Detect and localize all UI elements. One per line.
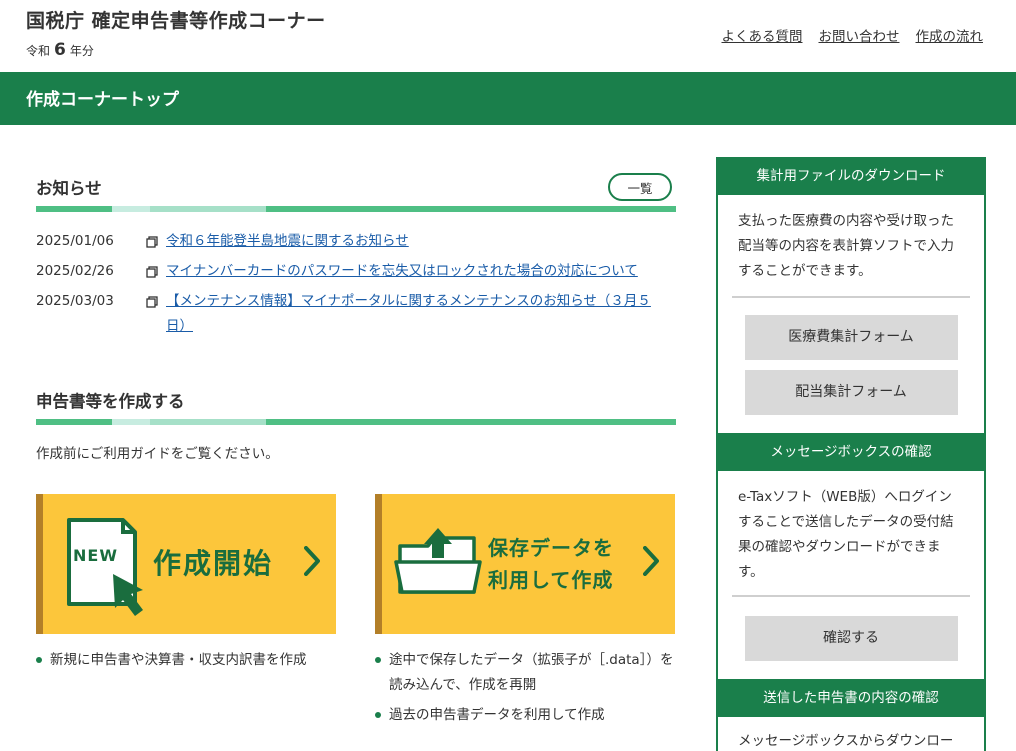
year-prefix: 令和 xyxy=(26,44,51,58)
guide-text: 作成前にご利用ガイドをご覧ください。 xyxy=(36,446,279,462)
sidebar: 集計用ファイルのダウンロード 支払った医療費の内容や受け取った配当等の内容を表計… xyxy=(716,157,986,751)
bullet-item: 途中で保存したデータ（拡張子が［.data］）を読み込んで、作成を再開 xyxy=(375,648,680,698)
news-date: 2025/02/26 xyxy=(36,263,114,279)
page-title: 作成コーナートップ xyxy=(26,90,179,110)
download-description: 支払った医療費の内容や受け取った配当等の内容を表計算ソフトで入力することができま… xyxy=(738,213,954,279)
faq-link[interactable]: よくある質問 xyxy=(722,25,803,45)
year-suffix: 年分 xyxy=(69,44,94,58)
header-links: よくある質問 お問い合わせ 作成の流れ xyxy=(722,25,984,45)
start-new-card[interactable]: NEW 作成開始 xyxy=(36,494,336,634)
create-heading-stripe xyxy=(36,419,676,425)
tax-year: 令和 6 年分 xyxy=(26,40,94,60)
news-date: 2025/03/03 xyxy=(36,293,114,309)
year-number: 6 xyxy=(54,40,66,60)
sent-return-description: メッセージボックスからダウンロー xyxy=(738,733,954,749)
contact-link[interactable]: お問い合わせ xyxy=(819,25,900,45)
news-list-button[interactable]: 一覧 xyxy=(608,173,672,201)
new-document-icon xyxy=(61,516,161,620)
document-icon xyxy=(146,259,166,284)
new-card-bullets: 新規に申告書や決算書・収支内訳書を作成 xyxy=(36,648,356,678)
flow-link[interactable]: 作成の流れ xyxy=(916,25,984,45)
document-icon xyxy=(146,229,166,254)
news-link[interactable]: マイナンバーカードのパスワードを忘失又はロックされた場合の対応について xyxy=(166,259,661,284)
confirm-button[interactable]: 確認する xyxy=(744,616,958,661)
chevron-right-icon xyxy=(643,546,659,580)
news-item: 2025/03/03 【メンテナンス情報】マイナポータルに関するメンテナンスのお… xyxy=(36,289,676,339)
news-heading-stripe xyxy=(36,206,676,212)
sent-return-heading: 送信した申告書の内容の確認 xyxy=(718,679,984,717)
document-icon xyxy=(146,289,166,339)
news-date: 2025/01/06 xyxy=(36,233,114,249)
news-link[interactable]: 令和６年能登半島地震に関するお知らせ xyxy=(166,229,661,254)
bullet-item: 新規に申告書や決算書・収支内訳書を作成 xyxy=(36,648,356,673)
nav-bar: 作成コーナートップ xyxy=(0,72,1016,125)
start-new-label: 作成開始 xyxy=(153,547,274,580)
dividend-form-button[interactable]: 配当集計フォーム xyxy=(744,370,958,415)
folder-upload-icon xyxy=(394,526,484,600)
news-list: 2025/01/06 令和６年能登半島地震に関するお知らせ 2025/02/26… xyxy=(36,229,676,344)
load-saved-label-line1: 保存データを xyxy=(488,536,614,560)
download-heading: 集計用ファイルのダウンロード xyxy=(718,157,984,195)
create-section-header: 申告書等を作成する xyxy=(36,388,676,412)
message-box-description: e-Taxソフト（WEB版）へログインすることで送信したデータの受付結果の確認や… xyxy=(738,489,954,580)
news-section-header: お知らせ xyxy=(36,175,676,199)
load-saved-label-line2: 利用して作成 xyxy=(488,568,614,592)
news-link[interactable]: 【メンテナンス情報】マイナポータルに関するメンテナンスのお知らせ（３月５日） xyxy=(166,289,661,339)
load-saved-card[interactable]: 保存データを 利用して作成 xyxy=(375,494,675,634)
saved-card-bullets: 途中で保存したデータ（拡張子が［.data］）を読み込んで、作成を再開 過去の申… xyxy=(375,648,680,733)
create-heading: 申告書等を作成する xyxy=(36,392,185,411)
chevron-right-icon xyxy=(304,546,320,580)
site-title: 国税庁 確定申告書等作成コーナー xyxy=(26,10,326,32)
new-badge: NEW xyxy=(73,546,118,565)
medical-expense-form-button[interactable]: 医療費集計フォーム xyxy=(744,315,958,360)
news-item: 2025/02/26 マイナンバーカードのパスワードを忘失又はロックされた場合の… xyxy=(36,259,676,284)
news-item: 2025/01/06 令和６年能登半島地震に関するお知らせ xyxy=(36,229,676,254)
message-box-heading: メッセージボックスの確認 xyxy=(718,433,984,471)
bullet-item: 過去の申告書データを利用して作成 xyxy=(375,703,680,728)
news-heading: お知らせ xyxy=(36,179,102,198)
